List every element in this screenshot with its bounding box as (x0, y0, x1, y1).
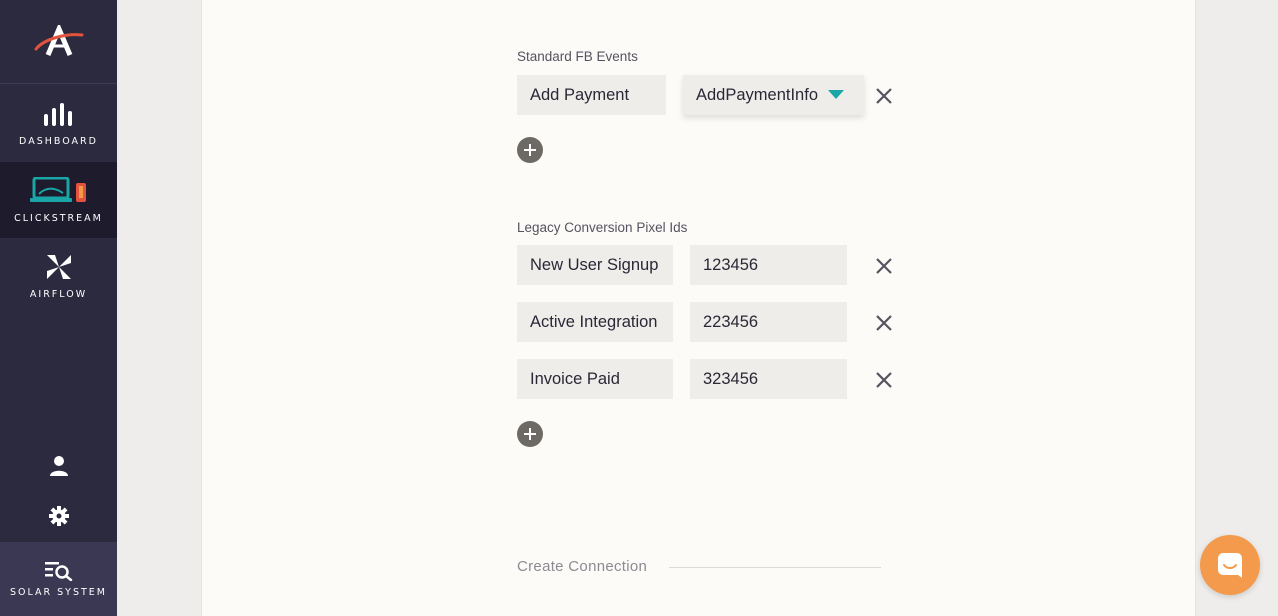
search-list-icon (44, 561, 72, 581)
user-icon (49, 456, 68, 476)
sidebar: DASHBOARD CLICKSTREAM AIRFLOW SOLAR SYST… (0, 0, 117, 616)
legacy-pixel-id-input[interactable] (690, 245, 847, 285)
nav-dashboard-label: DASHBOARD (19, 135, 98, 147)
gear-icon (48, 506, 69, 526)
nav-solar-system-label: SOLAR SYSTEM (9, 586, 107, 598)
legacy-pixel-id-input[interactable] (690, 302, 847, 342)
close-icon (876, 88, 892, 104)
close-icon (876, 315, 892, 331)
close-icon (876, 372, 892, 388)
legacy-pixel-name-input[interactable] (517, 359, 673, 399)
standard-fb-events-label: Standard FB Events (517, 49, 638, 64)
legacy-pixel-name-input[interactable] (517, 302, 673, 342)
divider (669, 567, 881, 568)
nav-clickstream[interactable]: CLICKSTREAM (0, 162, 117, 238)
app-logo[interactable] (0, 0, 117, 84)
remove-fb-event-button[interactable] (874, 86, 894, 106)
chat-icon (1218, 553, 1242, 578)
legacy-pixel-id-input[interactable] (690, 359, 847, 399)
chat-launcher-button[interactable] (1200, 535, 1260, 595)
nav-solar-system[interactable]: SOLAR SYSTEM (0, 542, 117, 616)
nav-airflow-label: AIRFLOW (29, 288, 88, 300)
user-button[interactable] (0, 448, 117, 484)
nav-dashboard[interactable]: DASHBOARD (0, 86, 117, 162)
legacy-pixel-ids-label: Legacy Conversion Pixel Ids (517, 220, 688, 235)
plus-icon (524, 144, 536, 156)
nav-clickstream-label: CLICKSTREAM (14, 212, 103, 224)
settings-button[interactable] (0, 498, 117, 534)
airflow-pinwheel-icon (46, 254, 71, 279)
add-legacy-pixel-button[interactable] (517, 421, 543, 447)
nav-airflow[interactable]: AIRFLOW (0, 238, 117, 314)
fb-event-name-input[interactable] (517, 75, 666, 115)
caret-down-icon (828, 90, 844, 99)
fb-event-type-value: AddPaymentInfo (696, 85, 818, 104)
remove-legacy-pixel-button[interactable] (874, 370, 894, 390)
aerospace-logo-icon (34, 24, 83, 56)
close-icon (876, 258, 892, 274)
legacy-pixel-name-input[interactable] (517, 245, 673, 285)
remove-legacy-pixel-button[interactable] (874, 256, 894, 276)
create-connection-heading: Create Connection (517, 558, 648, 575)
laptop-phone-icon (29, 176, 86, 202)
bar-chart-icon (43, 102, 72, 126)
remove-legacy-pixel-button[interactable] (874, 313, 894, 333)
plus-icon (524, 428, 536, 440)
add-fb-event-button[interactable] (517, 137, 543, 163)
fb-event-type-select[interactable]: AddPaymentInfo (683, 75, 864, 115)
